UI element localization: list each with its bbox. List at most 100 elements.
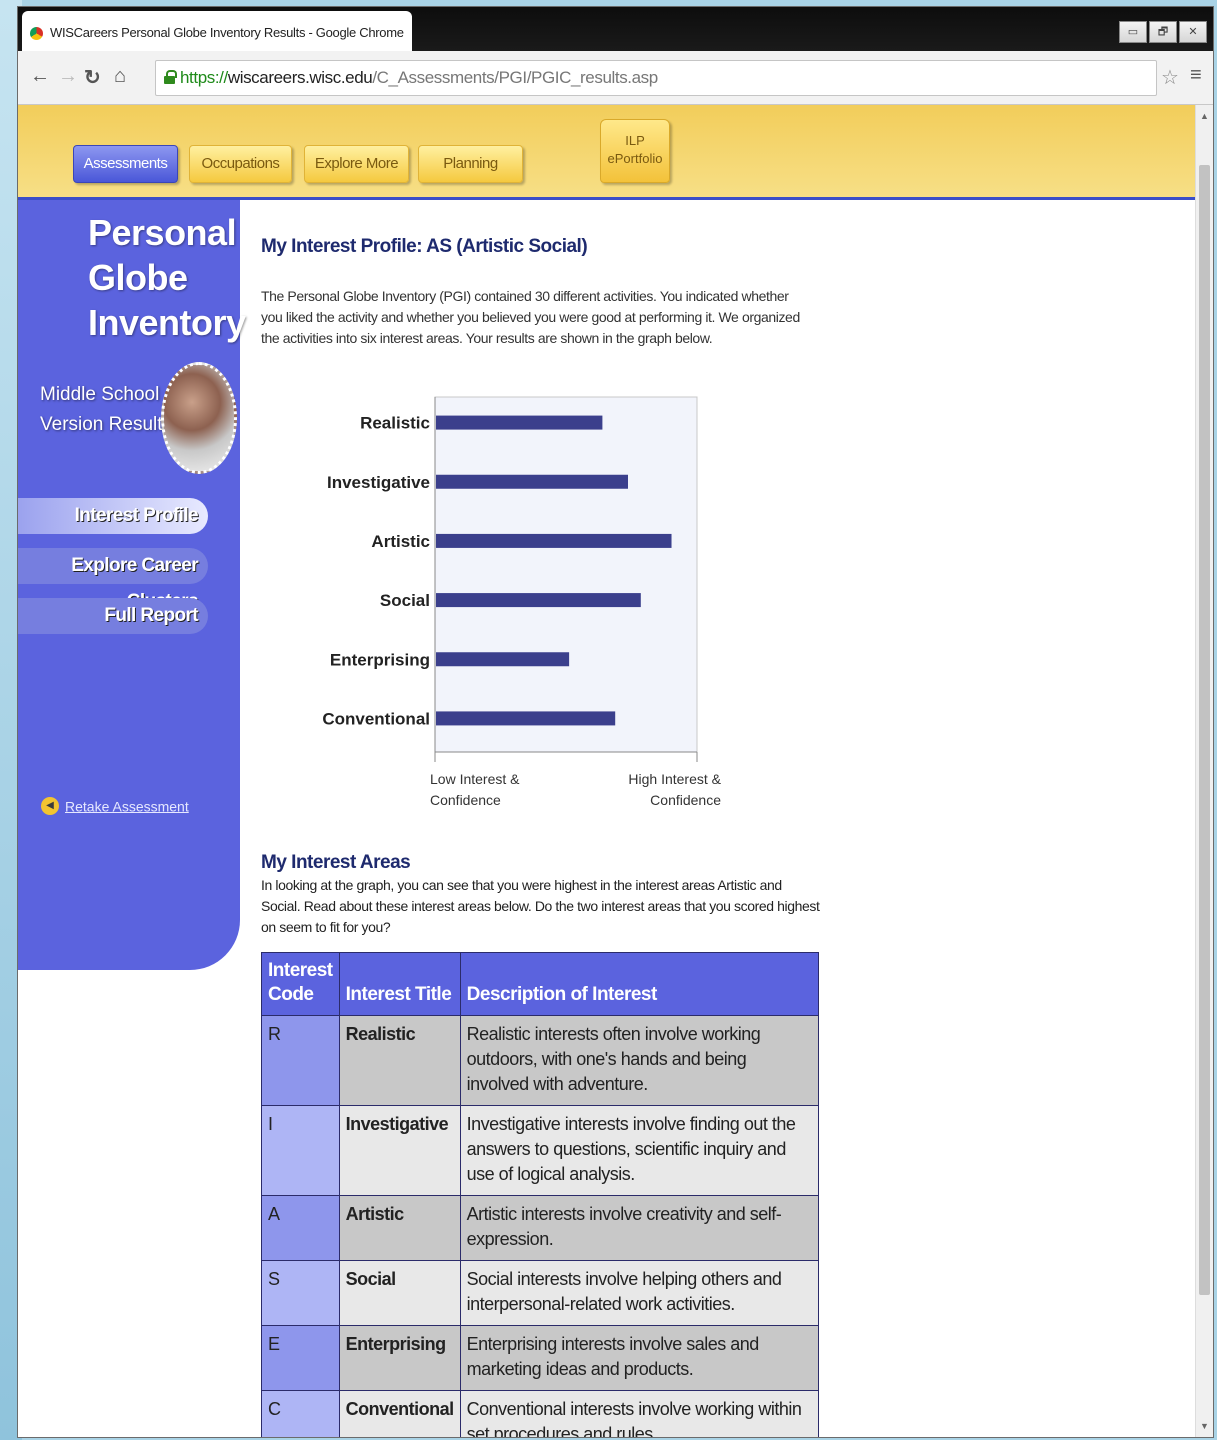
interest-code-cell: C xyxy=(261,1390,340,1437)
reload-icon[interactable]: ↻ xyxy=(84,65,101,90)
chart-bar-enterprising xyxy=(436,652,570,667)
title-bar: WISCareers Personal Globe Inventory Resu… xyxy=(18,7,1213,51)
retake-assessment-link[interactable]: ◀ Retake Assessment xyxy=(41,797,189,816)
nav-tab-assessments[interactable]: Assessments xyxy=(73,145,178,183)
vertical-scrollbar[interactable]: ▲ ▼ xyxy=(1195,105,1213,1437)
chart-category-label: Enterprising xyxy=(330,650,430,669)
chart-bar-investigative xyxy=(436,474,628,489)
sidebar: Personal Globe Inventory Middle School V… xyxy=(18,200,246,970)
student-avatar xyxy=(161,362,237,474)
back-arrow-icon[interactable]: ← xyxy=(30,65,50,88)
interest-title-cell: Enterprising xyxy=(338,1325,461,1391)
interest-chart-svg: Realistic Investigative Artistic Social Ente… xyxy=(322,396,722,808)
nav-tab-occupations[interactable]: Occupations xyxy=(189,145,292,183)
interest-code-cell: E xyxy=(261,1325,340,1391)
chart-category-label: Realistic xyxy=(360,414,430,433)
chart-category-label: Investigative xyxy=(327,473,430,492)
table-header-row: Interest Code Interest Title Description … xyxy=(261,952,820,1016)
table-row: E Enterprising Enterprising interests invo… xyxy=(261,1325,820,1391)
interest-description-cell: Artistic interests involve creativity an… xyxy=(459,1195,820,1261)
nav-tab-explore-more[interactable]: Explore More xyxy=(304,145,409,183)
interest-table: Interest Code Interest Title Description … xyxy=(261,952,820,1437)
sidebar-title: Personal Globe Inventory xyxy=(88,210,246,345)
back-arrow-circle-icon: ◀ xyxy=(41,797,59,816)
interest-areas-text: In looking at the graph, you can see tha… xyxy=(261,877,820,935)
interest-description-cell: Conventional interests involve working w… xyxy=(459,1390,820,1437)
ilp-eportfolio-button[interactable]: ILP ePortfolio xyxy=(600,119,670,183)
scrollbar-thumb[interactable] xyxy=(1199,165,1210,1295)
table-row: R Realistic Realistic interests often invo… xyxy=(261,1015,820,1106)
interest-chart: Realistic Investigative Artistic Social Ente… xyxy=(261,380,761,820)
sidebar-subtitle-line: Version Results xyxy=(40,414,173,435)
table-row: I Investigative Investigative interests in… xyxy=(261,1105,820,1196)
scroll-down-arrow-icon[interactable]: ▼ xyxy=(1200,1421,1209,1431)
interest-description-cell: Social interests involve helping others … xyxy=(459,1260,820,1326)
sidebar-item-interest-profile[interactable]: Interest Profile xyxy=(18,498,208,534)
sidebar-title-line: Globe xyxy=(88,257,188,298)
intro-text: The Personal Globe Inventory (PGI) conta… xyxy=(261,288,800,346)
interest-description-cell: Realistic interests often involve workin… xyxy=(459,1015,820,1106)
nav-tab-planning[interactable]: Planning xyxy=(418,145,523,183)
chart-bar-realistic xyxy=(436,415,603,430)
chart-x-axis-label: Confidence xyxy=(650,792,721,808)
sidebar-subtitle: Middle School Version Results xyxy=(40,380,172,440)
home-icon[interactable]: ⌂ xyxy=(114,65,126,88)
sidebar-title-line: Personal xyxy=(88,212,237,253)
chart-category-label: Conventional xyxy=(322,709,430,728)
url-text: https://wiscareers.wisc.edu/C_Assessment… xyxy=(180,68,658,87)
browser-tab[interactable]: WISCareers Personal Globe Inventory Resu… xyxy=(22,11,412,51)
chart-bar-conventional xyxy=(436,711,616,726)
address-bar[interactable]: https://wiscareers.wisc.edu/C_Assessment… xyxy=(155,60,1157,96)
header-code-line: Code xyxy=(268,984,314,1005)
lock-icon xyxy=(164,70,177,84)
chart-bar-artistic xyxy=(436,533,672,548)
sidebar-item-explore-career-clusters[interactable]: Explore Career Clusters xyxy=(18,548,208,612)
tab-title: WISCareers Personal Globe Inventory Resu… xyxy=(50,25,404,40)
interest-code-cell: S xyxy=(261,1260,340,1326)
browser-toolbar: ← → ↻ ⌂ https://wiscareers.wisc.edu/C_As… xyxy=(18,51,1213,105)
interest-title-cell: Artistic xyxy=(338,1195,461,1261)
ilp-label: ILP xyxy=(625,133,645,148)
eportfolio-label: ePortfolio xyxy=(607,151,663,166)
header-interest-title: Interest Title xyxy=(338,952,461,1016)
header-description: Description of Interest xyxy=(459,952,820,1016)
interest-title-cell: Conventional xyxy=(338,1390,461,1437)
interest-title-cell: Realistic xyxy=(338,1015,461,1106)
chart-x-axis-label: Low Interest & xyxy=(430,771,520,787)
interest-title-cell: Investigative xyxy=(338,1105,461,1196)
site-header: Assessments Occupations Explore More Pla… xyxy=(18,105,1196,200)
interest-description-cell: Enterprising interests involve sales and… xyxy=(459,1325,820,1391)
interest-description-cell: Investigative interests involve finding … xyxy=(459,1105,820,1196)
chart-category-label: Social xyxy=(380,591,430,610)
bookmark-star-icon[interactable]: ☆ xyxy=(1161,65,1179,90)
table-row: C Conventional Conventional interests invo… xyxy=(261,1390,820,1437)
header-interest-code: Interest Code xyxy=(261,952,340,1016)
window-controls: ▭ 🗗 ✕ xyxy=(1119,21,1207,43)
sidebar-item-full-report[interactable]: Full Report xyxy=(18,598,208,634)
chrome-icon xyxy=(30,27,43,40)
table-row: S Social Social interests involve helping … xyxy=(261,1260,820,1326)
minimize-button[interactable]: ▭ xyxy=(1119,21,1147,43)
browser-window: WISCareers Personal Globe Inventory Resu… xyxy=(17,6,1214,1438)
interest-title-cell: Social xyxy=(338,1260,461,1326)
scroll-up-arrow-icon[interactable]: ▲ xyxy=(1200,111,1209,121)
interest-code-cell: A xyxy=(261,1195,340,1261)
chart-plot-area xyxy=(434,396,698,753)
retake-assessment-label: Retake Assessment xyxy=(65,798,189,815)
chart-x-axis-label: Confidence xyxy=(430,792,501,808)
close-button[interactable]: ✕ xyxy=(1179,21,1207,43)
chart-category-label: Artistic xyxy=(371,532,430,551)
interest-code-cell: R xyxy=(261,1015,340,1106)
sidebar-subtitle-line: Middle School xyxy=(40,384,160,405)
interest-code-cell: I xyxy=(261,1105,340,1196)
interest-areas-heading: My Interest Areas xyxy=(261,852,411,873)
menu-icon[interactable]: ≡ xyxy=(1190,64,1202,87)
restore-button[interactable]: 🗗 xyxy=(1149,21,1177,43)
table-row: A Artistic Artistic interests involve crea… xyxy=(261,1195,820,1261)
chart-x-axis-label: High Interest & xyxy=(628,771,721,787)
chart-bar-social xyxy=(436,593,641,608)
sidebar-title-line: Inventory xyxy=(88,302,246,343)
header-code-line: Interest xyxy=(268,960,333,981)
page-title: My Interest Profile: AS (Artistic Social… xyxy=(261,236,588,257)
forward-arrow-icon[interactable]: → xyxy=(58,65,78,88)
